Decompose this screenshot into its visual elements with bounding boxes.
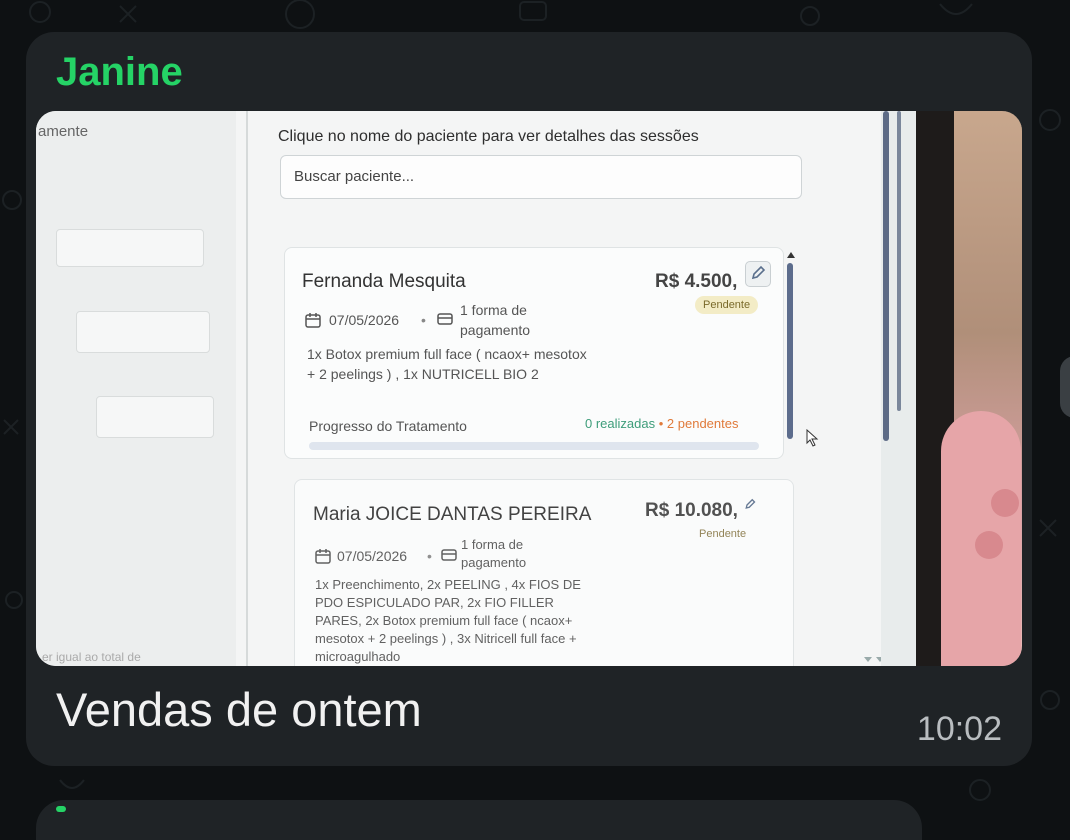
patient-name[interactable]: Maria JOICE DANTAS PEREIRA	[313, 504, 591, 526]
left-field-1	[56, 229, 204, 267]
scroll-up-icon[interactable]	[786, 251, 796, 259]
left-panel-label: amente	[38, 123, 89, 140]
meta-separator: •	[427, 548, 432, 564]
pink-device	[941, 411, 1021, 666]
payment-count: 1 forma de pagamento	[461, 537, 527, 570]
cursor-icon	[806, 429, 819, 447]
procedure-list: 1x Preenchimento, 2x PEELING , 4x FIOS D…	[315, 577, 581, 664]
left-field-2	[76, 311, 210, 353]
session-date: 07/05/2026	[337, 548, 408, 564]
window-edge-strip	[897, 111, 901, 411]
scroll-to-bottom-button[interactable]	[1060, 356, 1070, 418]
sender-name[interactable]: Janine	[56, 50, 183, 95]
patient-card-2[interactable]: Maria JOICE DANTAS PEREIRA R$ 10.080, Pe…	[294, 479, 794, 666]
patient-search-input[interactable]: Buscar paciente...	[280, 155, 802, 199]
message-time: 10:02	[916, 710, 1002, 748]
procedure-list: 1x Botox premium full face ( ncaox+ meso…	[307, 346, 587, 382]
next-sender-indicator	[56, 806, 66, 812]
device-button	[975, 531, 1003, 559]
left-form-panel: amente er igual ao total de	[36, 111, 236, 666]
patient-price: R$ 4.500,	[655, 271, 738, 292]
pending-count: 2 pendentes	[666, 416, 739, 431]
status-separator: •	[658, 416, 667, 431]
next-message-bubble[interactable]	[36, 800, 922, 840]
left-panel-footer: er igual ao total de	[42, 650, 141, 664]
session-date: 07/05/2026	[329, 312, 400, 328]
edit-icon[interactable]	[745, 261, 771, 287]
payment-count: 1 forma de pagamento	[460, 302, 531, 338]
window-scroll-strip	[883, 111, 889, 441]
search-placeholder: Buscar paciente...	[294, 168, 415, 185]
scrollbar-thumb[interactable]	[787, 263, 793, 439]
patient-hint: Clique no nome do paciente para ver deta…	[278, 128, 699, 145]
patient-name[interactable]: Fernanda Mesquita	[302, 271, 466, 293]
done-count: 0 realizadas	[585, 416, 656, 431]
panel-divider	[246, 111, 248, 666]
edit-icon[interactable]	[741, 496, 759, 514]
device-button	[991, 489, 1019, 517]
patient-card-1[interactable]: Fernanda Mesquita R$ 4.500, Pendente 07/…	[284, 247, 784, 459]
message-bubble[interactable]: Janine amente er igual ao total de Cliqu…	[26, 32, 1032, 766]
progress-status: 0 realizadas • 2 pendentes	[585, 416, 738, 431]
progress-bar	[309, 442, 759, 450]
meta-separator: •	[421, 312, 426, 328]
calendar-icon	[305, 313, 321, 328]
left-field-3	[96, 396, 214, 438]
status-badge: Pendente	[695, 296, 759, 314]
credit-card-icon	[441, 549, 457, 561]
photo-attachment[interactable]: amente er igual ao total de Clique no no…	[36, 111, 1022, 666]
photographed-screen: amente er igual ao total de Clique no no…	[36, 111, 1022, 666]
progress-label: Progresso do Tratamento	[309, 418, 467, 434]
status-badge: Pendente	[699, 528, 747, 540]
credit-card-icon	[437, 313, 453, 325]
message-caption: Vendas de ontem	[56, 683, 422, 736]
calendar-icon	[315, 549, 331, 564]
patient-price: R$ 10.080,	[645, 500, 738, 521]
